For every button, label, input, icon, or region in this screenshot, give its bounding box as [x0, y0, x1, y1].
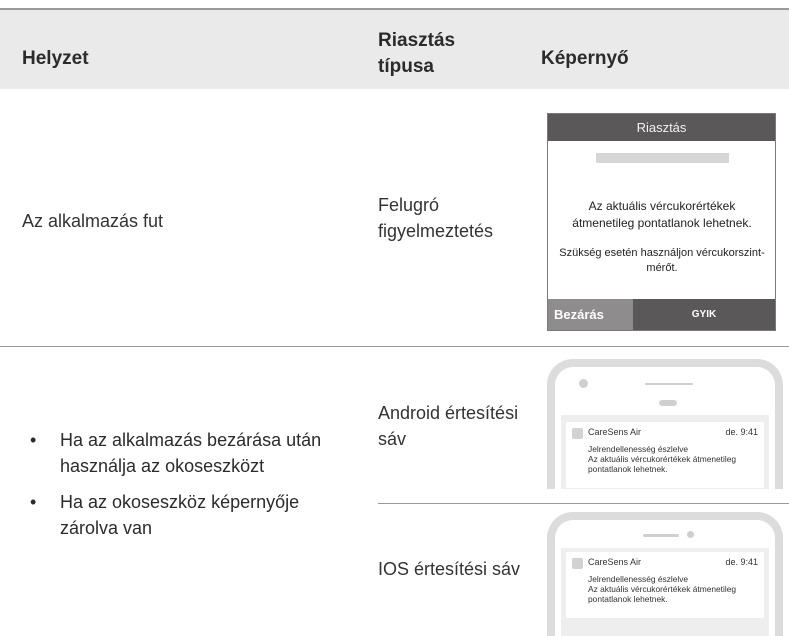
dialog-close-button: Bezárás: [548, 299, 633, 330]
header-screen: Képernyő: [541, 48, 629, 69]
dialog-message: Az aktuális vércukorértékek átmenetileg …: [572, 199, 752, 230]
notification-time: de. 9:41: [725, 427, 758, 437]
sensor-icon: [659, 400, 677, 406]
phone-screen: CareSens Air de. 9:41 Jelrendellenesség …: [561, 548, 769, 636]
notification-text: Az aktuális vércukorértékek átmenetileg …: [588, 454, 737, 474]
dialog-faq-button: GYIK: [633, 299, 775, 330]
notification-app-name: CareSens Air: [588, 427, 642, 437]
notification-title: Jelrendellenesség észlelve: [588, 444, 689, 454]
row-divider: [0, 346, 789, 347]
ios-phone-mock: CareSens Air de. 9:41 Jelrendellenesség …: [547, 512, 783, 636]
notification-text: Az aktuális vércukorértékek átmenetileg …: [588, 584, 737, 604]
list-item: • Ha az alkalmazás bezárása után használj…: [30, 430, 322, 476]
app-icon: [572, 428, 583, 439]
notification-time: de. 9:41: [725, 557, 758, 567]
alert-type-popup: Felugró figyelmeztetés: [378, 195, 494, 241]
notification-body: Jelrendellenesség észlelve Az aktuális v…: [588, 574, 758, 604]
notification-title: Jelrendellenesség észlelve: [588, 574, 689, 584]
speaker-icon: [643, 534, 679, 537]
dialog-advice: Szükség esetén használjon vércukorszint-…: [559, 247, 765, 274]
header-alert-type: Riasztás típusa: [378, 30, 456, 77]
table-header: Helyzet Riasztás típusa Képernyő: [0, 8, 789, 89]
ios-notification: CareSens Air de. 9:41 Jelrendellenesség …: [566, 552, 764, 618]
android-notification: CareSens Air de. 9:41 Jelrendellenesség …: [566, 422, 764, 488]
camera-icon: [687, 531, 694, 538]
situation-app-running: Az alkalmazás fut: [22, 211, 164, 231]
notification-body: Jelrendellenesség észlelve Az aktuális v…: [588, 444, 758, 474]
sub-row-divider: [378, 503, 789, 504]
phone-screen: CareSens Air de. 9:41 Jelrendellenesség …: [561, 415, 769, 489]
dialog-placeholder-bar: [596, 153, 729, 163]
alert-type-android: Android értesítési sáv: [378, 403, 519, 449]
dialog-title: Riasztás: [548, 114, 775, 141]
alert-type-ios: IOS értesítési sáv: [378, 559, 521, 579]
android-phone-mock: CareSens Air de. 9:41 Jelrendellenesség …: [547, 359, 783, 489]
camera-icon: [579, 379, 588, 388]
speaker-icon: [645, 383, 693, 385]
situation-closed-app: Ha az alkalmazás bezárása után használja…: [60, 430, 322, 476]
header-situation: Helyzet: [22, 48, 89, 69]
alert-table: Helyzet Riasztás típusa Képernyő Az alka…: [0, 0, 789, 636]
notification-app-name: CareSens Air: [588, 557, 642, 567]
popup-dialog-mock: Riasztás Az aktuális vércukorértékek átm…: [547, 113, 776, 331]
app-icon: [572, 558, 583, 569]
list-item: • Ha az okoseszköz képernyője zárolva van: [30, 492, 300, 538]
situation-locked-screen: Ha az okoseszköz képernyője zárolva van: [60, 492, 300, 538]
situation-list: • Ha az alkalmazás bezárása után használj…: [22, 427, 352, 551]
